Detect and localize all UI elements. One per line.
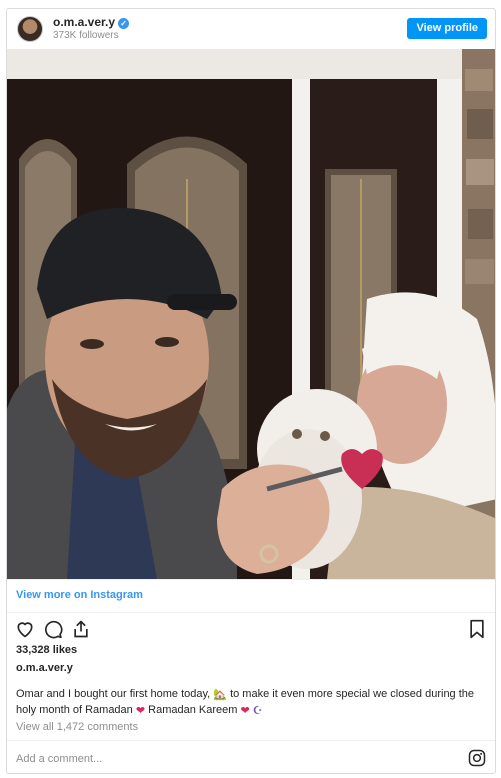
follower-count: 373K followers <box>53 30 119 41</box>
instagram-embed-card: o.m.a.ver.y ✓ 373K followers View profile <box>6 8 496 774</box>
moon-emoji: ☪ <box>252 705 263 717</box>
divider <box>7 579 495 580</box>
heart-emoji: ❤ <box>135 705 146 717</box>
post-caption: Omar and I bought our first home today, … <box>16 687 486 719</box>
add-comment-input[interactable]: Add a comment... <box>16 753 102 765</box>
house-emoji: 🏡 <box>213 689 227 701</box>
view-profile-button[interactable]: View profile <box>407 18 487 39</box>
verified-badge-icon: ✓ <box>118 18 130 29</box>
heart-icon[interactable] <box>15 619 35 639</box>
avatar[interactable] <box>17 16 43 42</box>
heart-emoji: ❤ <box>240 705 250 717</box>
caption-username[interactable]: o.m.a.ver.y <box>16 662 73 674</box>
bookmark-icon[interactable] <box>467 619 487 639</box>
caption-text: Ramadan Kareem <box>148 704 238 716</box>
post-header: o.m.a.ver.y ✓ 373K followers View profile <box>7 9 495 49</box>
post-photo[interactable] <box>7 49 495 579</box>
instagram-icon[interactable] <box>468 749 486 767</box>
username-text[interactable]: o.m.a.ver.y <box>53 15 115 29</box>
share-icon[interactable] <box>71 619 91 639</box>
comment-icon[interactable] <box>43 619 63 639</box>
header-username[interactable]: o.m.a.ver.y ✓ <box>53 15 130 29</box>
caption-text: Omar and I bought our first home today, <box>16 688 211 700</box>
view-more-on-instagram-link[interactable]: View more on Instagram <box>16 589 143 601</box>
divider <box>7 740 495 741</box>
divider <box>7 612 495 613</box>
view-all-comments-link[interactable]: View all 1,472 comments <box>16 721 138 733</box>
like-count[interactable]: 33,328 likes <box>16 644 77 656</box>
post-photo-illustration <box>7 49 495 579</box>
